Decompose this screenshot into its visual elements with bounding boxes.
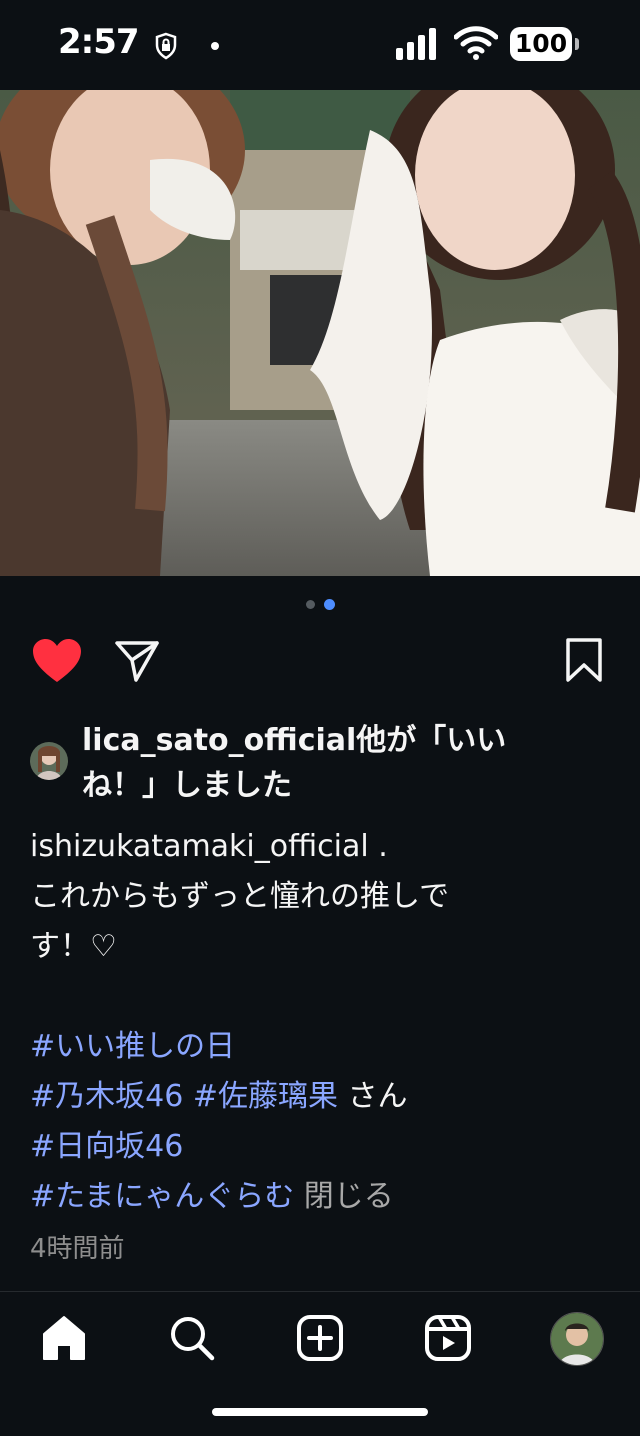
profile-avatar bbox=[550, 1312, 604, 1366]
liked-by-text: lica_sato_official他が「いい ね！」しました bbox=[82, 718, 602, 808]
home-icon[interactable] bbox=[40, 1314, 88, 1362]
battery-indicator: 100 bbox=[510, 27, 572, 61]
carousel-indicator bbox=[0, 599, 640, 610]
photo-illustration bbox=[0, 90, 640, 576]
caption-username-suffix: . bbox=[368, 829, 388, 864]
caption-hashtag-line-1: #いい推しの日 bbox=[30, 1022, 590, 1072]
carousel-dot-2-active bbox=[324, 599, 335, 610]
hashtag-link[interactable]: #日向坂46 bbox=[30, 1129, 183, 1164]
hashtag-link[interactable]: #いい推しの日 bbox=[30, 1029, 235, 1064]
caption-text-line-2: す！♡ bbox=[30, 929, 117, 964]
caption-text-line-1: これからもずっと憧れの推しで bbox=[30, 879, 450, 914]
cellular-signal-icon bbox=[396, 28, 436, 60]
reels-icon[interactable] bbox=[424, 1314, 472, 1362]
hashtag-link[interactable]: #たまにゃんぐらむ bbox=[30, 1179, 294, 1214]
caption-line-1: ishizukatamaki_official . bbox=[30, 822, 590, 872]
heart-icon[interactable] bbox=[32, 638, 82, 684]
create-post-icon[interactable] bbox=[296, 1314, 344, 1362]
battery-cap bbox=[575, 38, 579, 50]
collapse-caption-link[interactable]: 閉じる bbox=[294, 1179, 394, 1214]
profile-tab[interactable] bbox=[550, 1312, 604, 1366]
search-icon[interactable] bbox=[168, 1314, 216, 1362]
caption-hashtag-line-4: #たまにゃんぐらむ 閉じる bbox=[30, 1172, 590, 1222]
caption-hashtag-line-2: #乃木坂46 #佐藤璃果 さん bbox=[30, 1072, 590, 1122]
post-timestamp: 4時間前 bbox=[30, 1234, 125, 1264]
liked-by-line-1: lica_sato_official他が「いい bbox=[82, 723, 507, 758]
hashtag-link[interactable]: #佐藤璃果 bbox=[193, 1079, 338, 1114]
post-caption: ishizukatamaki_official . これからもずっと憧れの推しで… bbox=[30, 822, 590, 1222]
privacy-lock-icon bbox=[155, 32, 177, 60]
wifi-icon bbox=[454, 26, 498, 60]
status-bar: 2:57 100 bbox=[0, 0, 640, 90]
bottom-nav-divider bbox=[0, 1291, 640, 1292]
post-action-row bbox=[0, 630, 640, 690]
carousel-dot-1 bbox=[306, 600, 315, 609]
status-time: 2:57 bbox=[58, 22, 140, 62]
location-dot bbox=[211, 42, 219, 50]
mention-suffix: さん bbox=[338, 1079, 408, 1114]
caption-username[interactable]: ishizukatamaki_official bbox=[30, 829, 369, 864]
caption-hashtag-line-3: #日向坂46 bbox=[30, 1122, 590, 1172]
liked-by-line-2: ね！」しました bbox=[82, 768, 292, 803]
paper-plane-icon[interactable] bbox=[114, 638, 160, 684]
bookmark-icon[interactable] bbox=[566, 638, 602, 682]
liked-by-avatar[interactable] bbox=[30, 742, 68, 780]
bottom-navigation bbox=[0, 1300, 640, 1380]
post-photo[interactable] bbox=[0, 90, 640, 576]
hashtag-link[interactable]: #乃木坂46 bbox=[30, 1079, 183, 1114]
home-indicator bbox=[212, 1408, 428, 1416]
